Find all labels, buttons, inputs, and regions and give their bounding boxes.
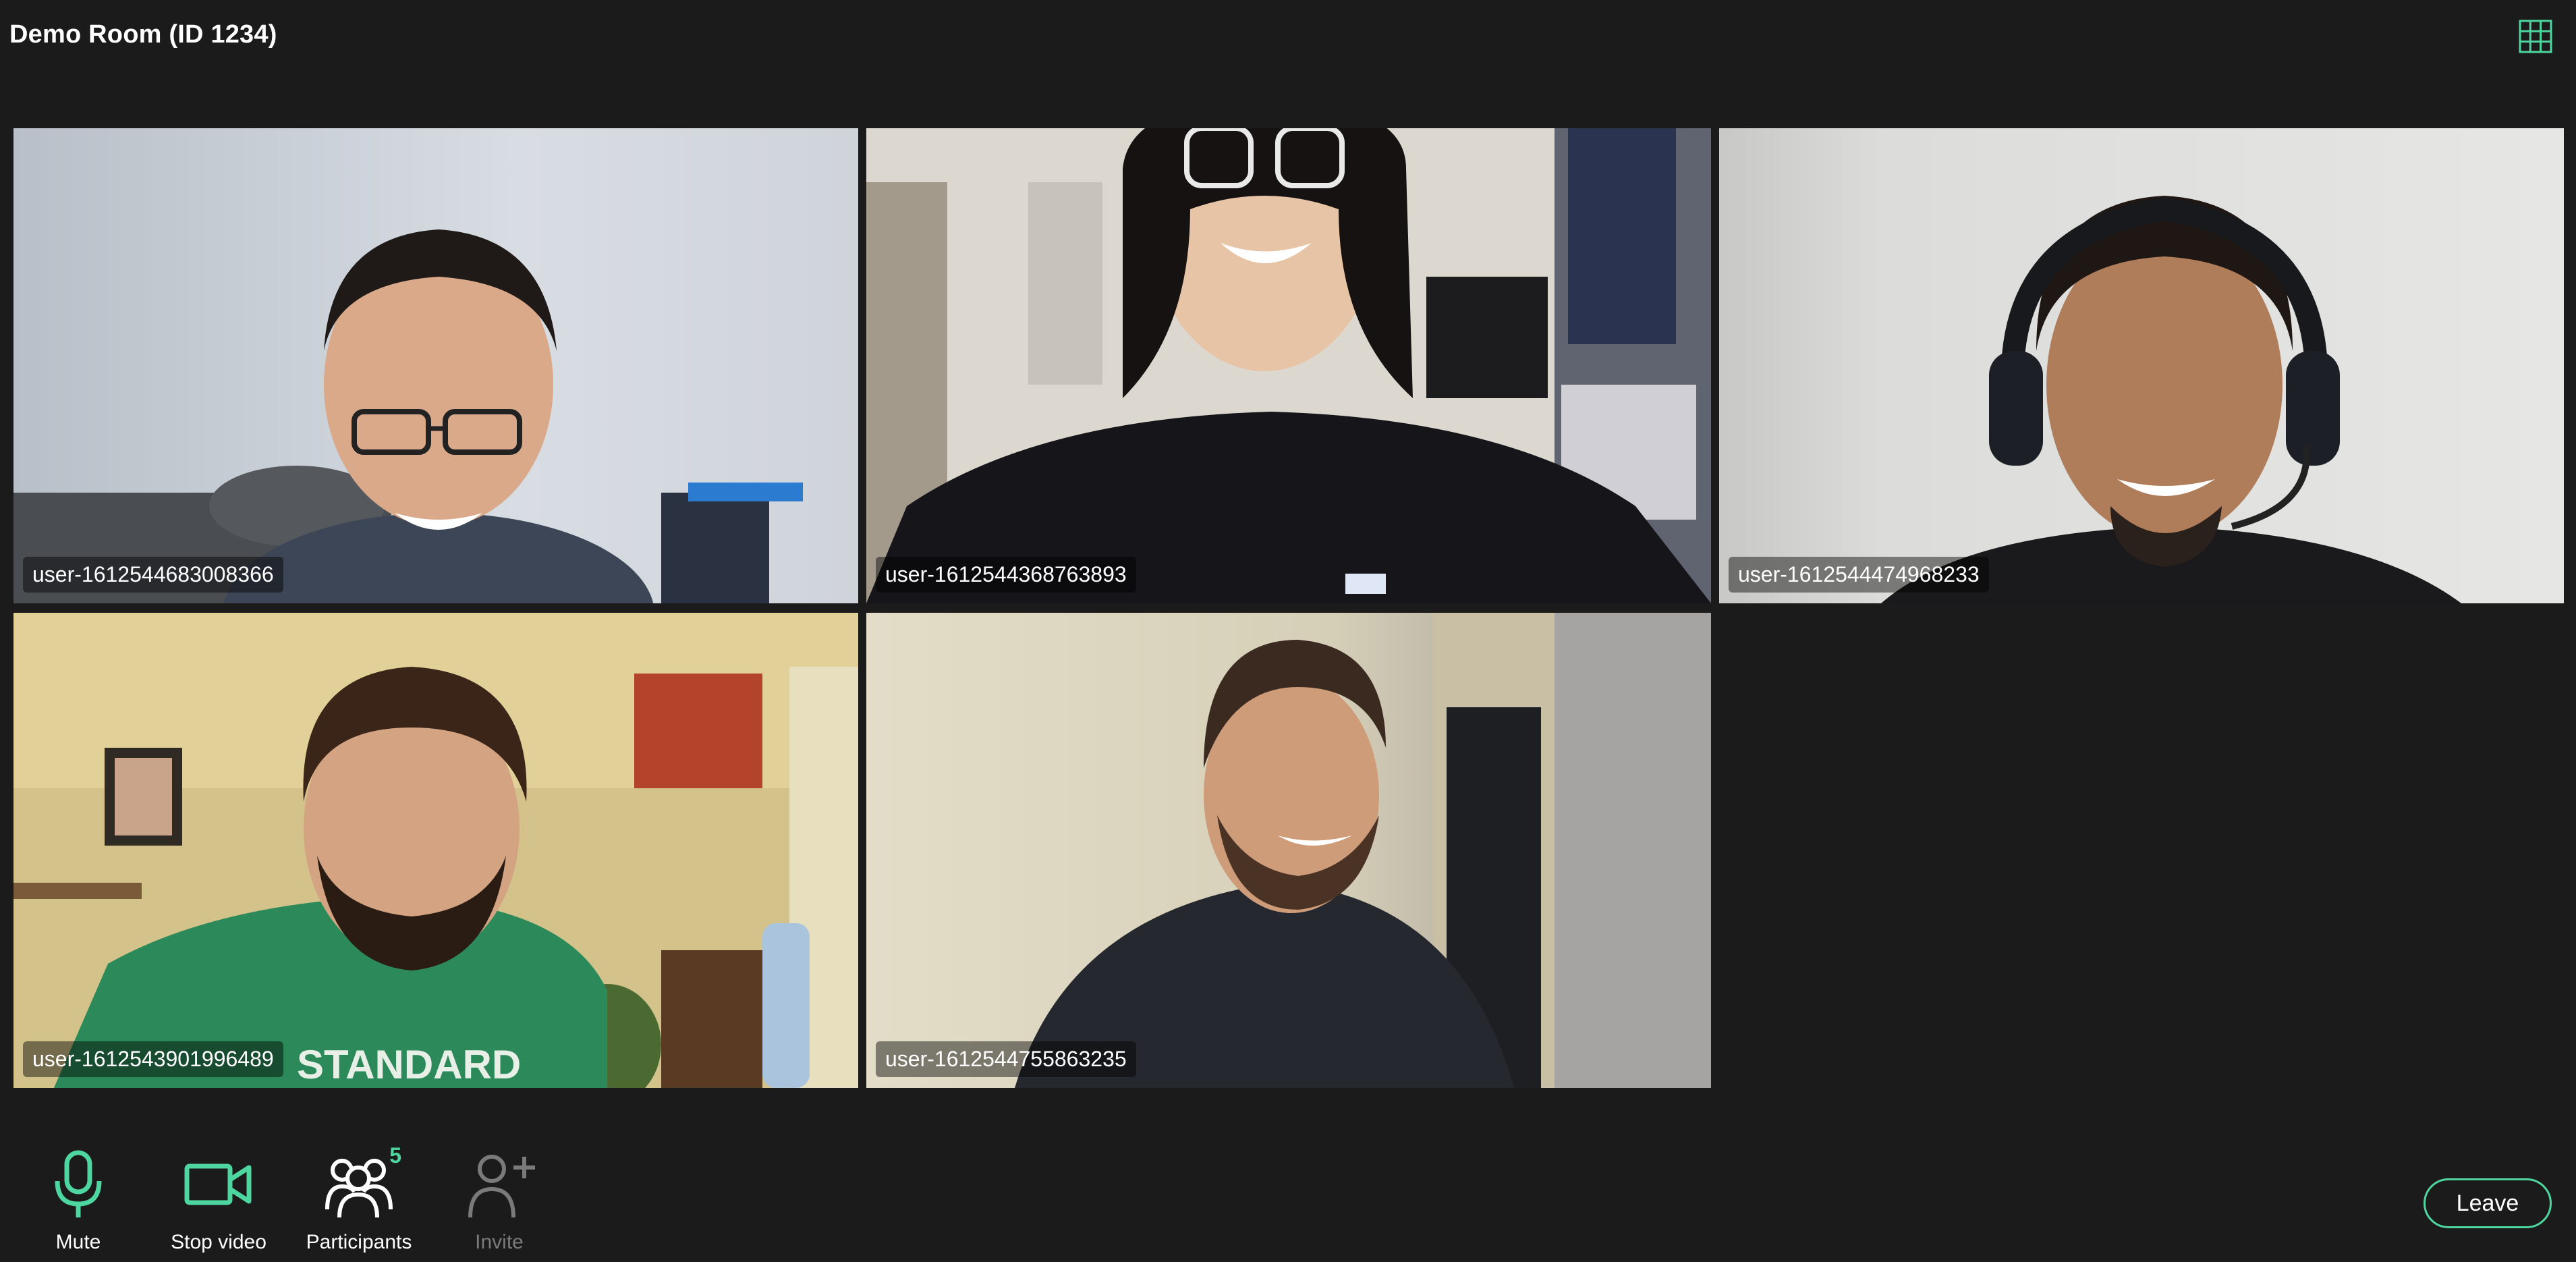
mute-label: Mute: [55, 1231, 101, 1253]
control-bar: Mute Stop video 5 Participants Invite: [0, 1134, 2576, 1262]
participants-label: Participants: [306, 1231, 412, 1253]
add-person-icon: [462, 1147, 536, 1222]
participant-video-tile[interactable]: user-1612544683008366: [13, 128, 858, 603]
participant-video-feed: STANDARD: [13, 613, 858, 1088]
participant-video-tile[interactable]: STANDARD user-1612543901996489: [13, 613, 858, 1088]
participants-button[interactable]: 5 Participants: [291, 1134, 426, 1255]
invite-button[interactable]: Invite: [432, 1134, 567, 1255]
microphone-icon: [41, 1147, 115, 1222]
participant-video-feed: [866, 128, 1711, 603]
participants-count-badge: 5: [389, 1143, 401, 1168]
participant-video-tile[interactable]: user-1612544368763893: [866, 128, 1711, 603]
leave-button[interactable]: Leave: [2424, 1178, 2552, 1228]
participant-video-feed: [13, 128, 858, 603]
participant-name-label: user-1612544368763893: [876, 557, 1136, 593]
participants-icon: 5: [322, 1143, 401, 1222]
invite-label: Invite: [475, 1231, 524, 1253]
participant-name-label: user-1612544683008366: [23, 557, 283, 593]
stop-video-label: Stop video: [171, 1231, 267, 1253]
room-title: Demo Room (ID 1234): [9, 20, 277, 49]
mute-button[interactable]: Mute: [11, 1134, 146, 1255]
participant-video-tile[interactable]: user-1612544755863235: [866, 613, 1711, 1088]
grid-layout-icon[interactable]: [2518, 19, 2553, 54]
video-camera-icon: [181, 1147, 256, 1222]
participant-name-label: user-1612544755863235: [876, 1041, 1136, 1077]
top-bar: Demo Room (ID 1234): [0, 0, 2576, 101]
participant-video-feed: [1719, 128, 2564, 603]
video-call-app: Demo Room (ID 1234) user-161254468300836…: [0, 0, 2576, 1262]
participant-video-tile[interactable]: user-1612544474968233: [1719, 128, 2564, 603]
participant-name-label: user-1612544474968233: [1729, 557, 1989, 593]
participant-video-feed: [866, 613, 1711, 1088]
video-grid: user-1612544683008366 user-1612544368763…: [13, 128, 2564, 1088]
svg-text:STANDARD: STANDARD: [297, 1042, 521, 1087]
participant-name-label: user-1612543901996489: [23, 1041, 283, 1077]
stop-video-button[interactable]: Stop video: [151, 1134, 286, 1255]
